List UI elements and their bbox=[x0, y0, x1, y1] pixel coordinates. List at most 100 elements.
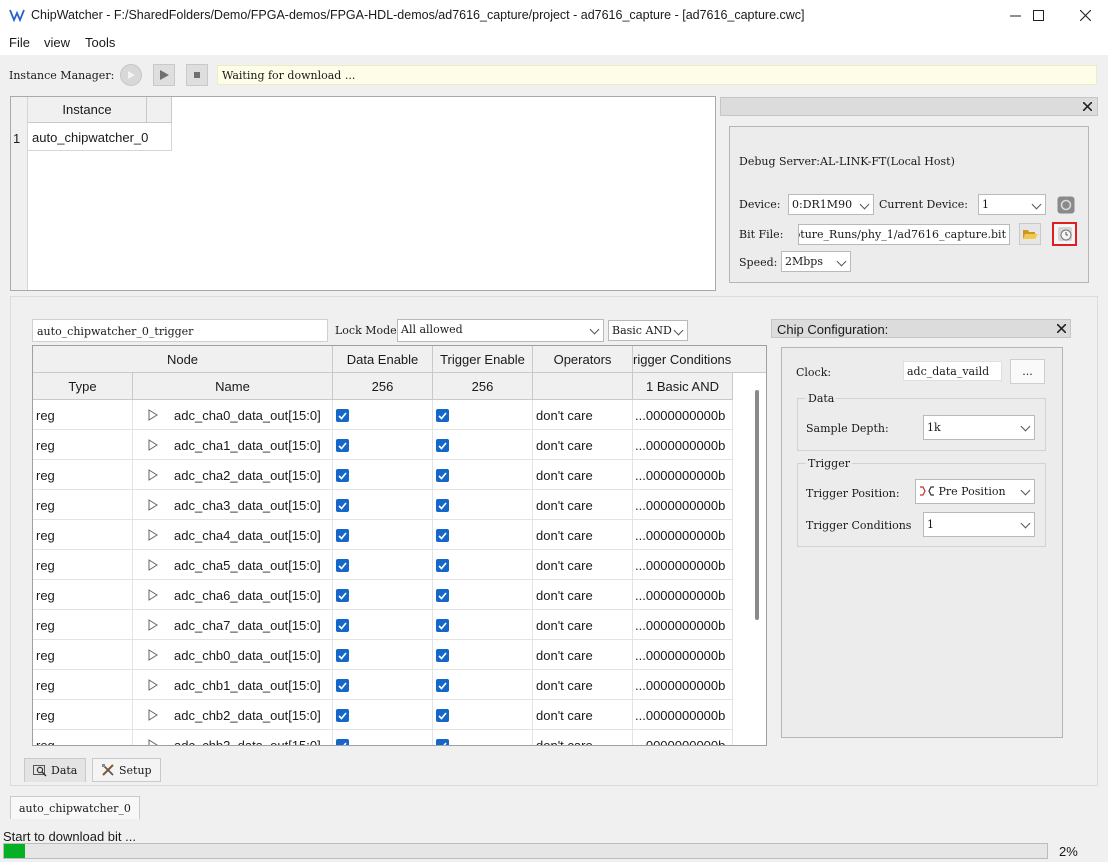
expand-arrow-icon[interactable] bbox=[148, 529, 158, 541]
tab-instance[interactable]: auto_chipwatcher_0 bbox=[10, 796, 140, 819]
table-row[interactable]: reg adc_chb3_data_out[15:0] don't care ...0… bbox=[33, 730, 733, 746]
expand-arrow-icon[interactable] bbox=[148, 709, 158, 721]
run-button[interactable] bbox=[120, 64, 142, 86]
trigger-position-select[interactable]: Pre Position bbox=[915, 479, 1035, 504]
trigger-enable-checkbox[interactable] bbox=[436, 648, 449, 662]
tab-data[interactable]: Data bbox=[24, 758, 87, 782]
instance-cell[interactable]: auto_chipwatcher_0 bbox=[28, 123, 172, 151]
condition-cell[interactable]: ...0000000000b bbox=[633, 610, 733, 640]
speed-select[interactable]: 2Mbps bbox=[781, 251, 851, 272]
menu-view[interactable]: view bbox=[44, 35, 70, 50]
trigger-name-field[interactable]: auto_chipwatcher_0_trigger bbox=[32, 319, 328, 342]
expand-arrow-icon[interactable] bbox=[148, 619, 158, 631]
expand-arrow-icon[interactable] bbox=[148, 469, 158, 481]
download-bit-button[interactable] bbox=[1052, 222, 1077, 246]
condition-cell[interactable]: ...0000000000b bbox=[633, 520, 733, 550]
table-scrollbar[interactable] bbox=[755, 390, 759, 620]
clock-browse-button[interactable]: ... bbox=[1010, 359, 1045, 384]
expand-arrow-icon[interactable] bbox=[148, 409, 158, 421]
operator-cell[interactable]: don't care bbox=[533, 670, 633, 700]
bit-file-input[interactable]: pture_Runs/phy_1/ad7616_capture.bit bbox=[798, 224, 1010, 245]
browse-bit-file-button[interactable] bbox=[1019, 223, 1041, 245]
condition-cell[interactable]: ...0000000000b bbox=[633, 550, 733, 580]
device-select[interactable]: 0:DR1M90 bbox=[788, 194, 874, 215]
trigger-enable-checkbox[interactable] bbox=[436, 468, 449, 482]
data-enable-checkbox[interactable] bbox=[336, 678, 349, 692]
data-enable-checkbox[interactable] bbox=[336, 588, 349, 602]
expand-arrow-icon[interactable] bbox=[148, 559, 158, 571]
trigger-enable-checkbox[interactable] bbox=[436, 408, 449, 422]
trigger-enable-checkbox[interactable] bbox=[436, 588, 449, 602]
data-enable-checkbox[interactable] bbox=[336, 528, 349, 542]
condition-cell[interactable]: ...0000000000b bbox=[633, 400, 733, 430]
operator-cell[interactable]: don't care bbox=[533, 400, 633, 430]
operator-cell[interactable]: don't care bbox=[533, 730, 633, 745]
condition-cell[interactable]: ...0000000000b bbox=[633, 580, 733, 610]
condition-cell[interactable]: ...0000000000b bbox=[633, 670, 733, 700]
trigger-enable-checkbox[interactable] bbox=[436, 438, 449, 452]
condition-cell[interactable]: ...0000000000b bbox=[633, 640, 733, 670]
operator-cell[interactable]: don't care bbox=[533, 490, 633, 520]
table-row[interactable]: reg adc_chb1_data_out[15:0] don't care ...0… bbox=[33, 670, 733, 700]
data-enable-checkbox[interactable] bbox=[336, 708, 349, 722]
stop-button[interactable] bbox=[186, 64, 208, 86]
close-panel-icon[interactable] bbox=[1057, 324, 1066, 333]
data-enable-checkbox[interactable] bbox=[336, 558, 349, 572]
condition-cell[interactable]: ...0000000000b bbox=[633, 430, 733, 460]
table-row[interactable]: reg adc_chb2_data_out[15:0] don't care ...0… bbox=[33, 700, 733, 730]
data-enable-checkbox[interactable] bbox=[336, 438, 349, 452]
menu-file[interactable]: File bbox=[9, 35, 30, 50]
data-enable-checkbox[interactable] bbox=[336, 618, 349, 632]
trigger-enable-checkbox[interactable] bbox=[436, 708, 449, 722]
trigger-enable-checkbox[interactable] bbox=[436, 528, 449, 542]
data-enable-checkbox[interactable] bbox=[336, 408, 349, 422]
clock-input[interactable]: adc_data_vaild bbox=[903, 361, 1002, 381]
trigger-conditions-select[interactable]: 1 bbox=[923, 512, 1035, 537]
data-enable-checkbox[interactable] bbox=[336, 648, 349, 662]
trigger-enable-checkbox[interactable] bbox=[436, 738, 449, 745]
table-row[interactable]: reg adc_cha5_data_out[15:0] don't care ...0… bbox=[33, 550, 733, 580]
table-row[interactable]: reg adc_chb0_data_out[15:0] don't care ...0… bbox=[33, 640, 733, 670]
trigger-enable-checkbox[interactable] bbox=[436, 558, 449, 572]
condition-cell[interactable]: ...0000000000b bbox=[633, 490, 733, 520]
close-panel-icon[interactable] bbox=[1083, 102, 1092, 111]
table-row[interactable]: reg adc_cha2_data_out[15:0] don't care ...0… bbox=[33, 460, 733, 490]
lock-mode-select[interactable]: All allowed bbox=[397, 319, 604, 342]
expand-arrow-icon[interactable] bbox=[148, 439, 158, 451]
trigger-enable-checkbox[interactable] bbox=[436, 498, 449, 512]
tab-setup[interactable]: Setup bbox=[92, 758, 161, 782]
operator-cell[interactable]: don't care bbox=[533, 580, 633, 610]
operator-cell[interactable]: don't care bbox=[533, 460, 633, 490]
expand-arrow-icon[interactable] bbox=[148, 679, 158, 691]
play-button[interactable] bbox=[153, 64, 175, 86]
current-device-select[interactable]: 1 bbox=[978, 194, 1046, 215]
condition-cell[interactable]: ...0000000000b bbox=[633, 460, 733, 490]
operator-cell[interactable]: don't care bbox=[533, 700, 633, 730]
data-enable-checkbox[interactable] bbox=[336, 498, 349, 512]
expand-arrow-icon[interactable] bbox=[148, 499, 158, 511]
operator-cell[interactable]: don't care bbox=[533, 550, 633, 580]
table-row[interactable]: reg adc_cha1_data_out[15:0] don't care ...0… bbox=[33, 430, 733, 460]
operator-cell[interactable]: don't care bbox=[533, 640, 633, 670]
data-enable-checkbox[interactable] bbox=[336, 738, 349, 745]
trigger-enable-checkbox[interactable] bbox=[436, 678, 449, 692]
trigger-enable-checkbox[interactable] bbox=[436, 618, 449, 632]
operator-cell[interactable]: don't care bbox=[533, 610, 633, 640]
refresh-button[interactable] bbox=[1055, 194, 1077, 216]
expand-arrow-icon[interactable] bbox=[148, 589, 158, 601]
maximize-button[interactable] bbox=[1015, 0, 1061, 31]
menu-tools[interactable]: Tools bbox=[85, 35, 115, 50]
expand-arrow-icon[interactable] bbox=[148, 649, 158, 661]
close-window-button[interactable] bbox=[1062, 0, 1108, 31]
condition-cell[interactable]: ...0000000000b bbox=[633, 730, 733, 745]
expand-arrow-icon[interactable] bbox=[148, 739, 158, 746]
sample-depth-select[interactable]: 1k bbox=[923, 415, 1035, 440]
table-row[interactable]: reg adc_cha7_data_out[15:0] don't care ...0… bbox=[33, 610, 733, 640]
condition-cell[interactable]: ...0000000000b bbox=[633, 700, 733, 730]
trigger-logic-select[interactable]: Basic AND bbox=[608, 320, 688, 341]
operator-cell[interactable]: don't care bbox=[533, 520, 633, 550]
table-row[interactable]: reg adc_cha0_data_out[15:0] don't care ...0… bbox=[33, 400, 733, 430]
table-row[interactable]: reg adc_cha4_data_out[15:0] don't care ...0… bbox=[33, 520, 733, 550]
table-row[interactable]: reg adc_cha3_data_out[15:0] don't care ...0… bbox=[33, 490, 733, 520]
table-row[interactable]: reg adc_cha6_data_out[15:0] don't care ...0… bbox=[33, 580, 733, 610]
